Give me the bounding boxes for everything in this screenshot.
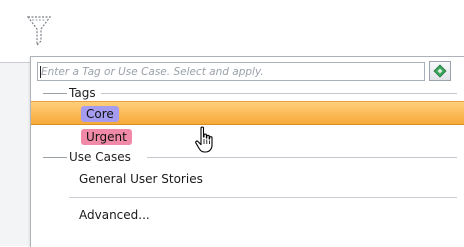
apply-tag-icon: [433, 64, 447, 78]
search-box: [37, 62, 425, 81]
tag-item-urgent[interactable]: Urgent: [31, 125, 464, 149]
text-caret: [40, 66, 41, 78]
filter-icon[interactable]: [26, 14, 52, 48]
search-input[interactable]: [38, 63, 424, 80]
toolbar: [0, 0, 464, 62]
section-rule: [43, 157, 67, 158]
advanced-menu-item[interactable]: Advanced...: [31, 203, 464, 227]
section-rule: [43, 93, 67, 94]
tag-chip-core: Core: [81, 106, 119, 122]
apply-button[interactable]: [429, 61, 451, 81]
tags-section-header: Tags: [31, 85, 464, 101]
tag-filter-popup: Tags Core Urgent Use Cases General User …: [30, 56, 464, 247]
section-rule: [147, 157, 457, 158]
background-pane: [0, 63, 30, 246]
hand-pointer-icon: [194, 126, 216, 154]
tag-chip-urgent: Urgent: [81, 129, 132, 145]
section-rule: [101, 93, 457, 94]
use-cases-section-label: Use Cases: [69, 150, 131, 164]
menu-separator: [69, 197, 457, 198]
tags-section-label: Tags: [69, 86, 96, 100]
tag-item-core[interactable]: Core: [31, 101, 464, 125]
advanced-label: Advanced...: [79, 208, 150, 222]
use-case-label: General User Stories: [79, 172, 203, 186]
use-cases-section-header: Use Cases: [31, 149, 464, 165]
use-case-item-general-user-stories[interactable]: General User Stories: [31, 167, 464, 191]
